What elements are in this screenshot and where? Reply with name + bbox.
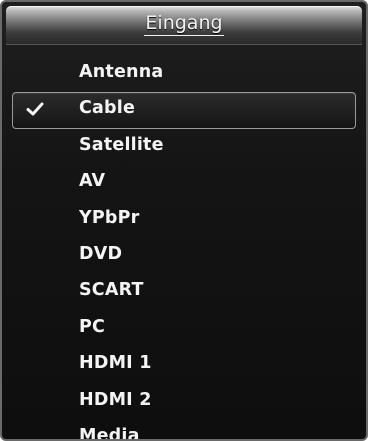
source-item-media[interactable]: Media [2, 420, 366, 441]
source-item-label: DVD [79, 243, 123, 264]
menu-header: Eingang [6, 6, 362, 45]
source-item-label: SCART [79, 280, 144, 301]
source-item-cable[interactable]: Cable [12, 92, 356, 129]
checkmark-icon [26, 102, 44, 116]
source-item-hdmi-1[interactable]: HDMI 1 [2, 347, 366, 383]
source-item-satellite[interactable]: Satellite [2, 129, 366, 165]
source-item-pc[interactable]: PC [2, 311, 366, 347]
source-item-scart[interactable]: SCART [2, 274, 366, 310]
source-item-hdmi-2[interactable]: HDMI 2 [2, 384, 366, 420]
menu-title: Eingang [6, 12, 362, 36]
source-item-dvd[interactable]: DVD [2, 238, 366, 274]
source-item-label: HDMI 1 [79, 353, 152, 374]
source-item-antenna[interactable]: Antenna [2, 56, 366, 92]
source-item-label: Antenna [79, 62, 164, 82]
source-item-label: AV [79, 171, 106, 192]
source-item-label: PC [79, 316, 106, 337]
source-item-label: Satellite [79, 134, 164, 155]
menu-title-text: Eingang [144, 12, 224, 36]
input-source-menu: Eingang Antenna Cable Satellite AV YPbPr… [0, 0, 368, 441]
source-item-label: Media [79, 425, 140, 441]
source-list: Antenna Cable Satellite AV YPbPr DVD SCA… [2, 56, 366, 441]
source-item-label: YPbPr [79, 207, 140, 228]
source-item-label: HDMI 2 [79, 389, 152, 410]
source-item-label: Cable [79, 98, 136, 119]
source-item-ypbpr[interactable]: YPbPr [2, 202, 366, 238]
source-item-av[interactable]: AV [2, 165, 366, 201]
